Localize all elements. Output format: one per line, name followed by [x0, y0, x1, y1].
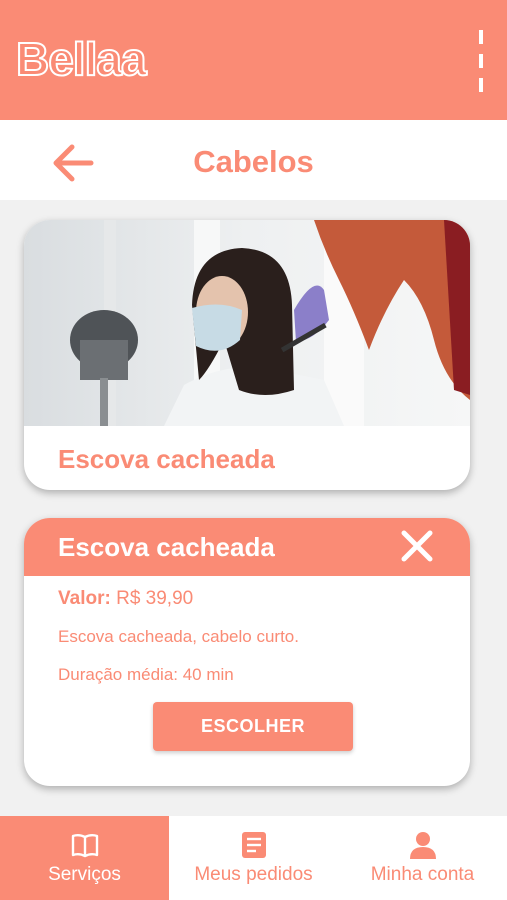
service-duration: Duração média: 40 min — [58, 665, 234, 684]
user-icon — [409, 832, 436, 859]
nav-item-servicos[interactable]: Serviços — [0, 816, 169, 900]
price-value: R$ 39,90 — [116, 588, 194, 609]
detail-header: Escova cacheada — [24, 518, 470, 576]
nav-item-meus-pedidos[interactable]: Meus pedidos — [169, 816, 338, 900]
nav-item-minha-conta[interactable]: Minha conta — [338, 816, 507, 900]
price-label: Valor: — [58, 588, 111, 609]
service-description: Escova cacheada, cabelo curto. — [58, 627, 299, 646]
detail-title: Escova cacheada — [58, 532, 275, 562]
nav-label-servicos: Serviços — [48, 864, 121, 885]
book-icon — [71, 834, 98, 858]
service-card[interactable]: Escova cacheada — [24, 220, 470, 490]
choose-button[interactable]: ESCOLHER — [153, 702, 353, 751]
brand-logo: Bellaa — [15, 32, 148, 86]
list-document-icon — [241, 832, 266, 858]
kebab-menu-icon[interactable] — [474, 30, 488, 92]
page-title: Cabelos — [193, 144, 314, 179]
bottom-navigation: Serviços Meus pedidos Minha conta — [0, 816, 507, 900]
nav-label-meus-pedidos: Meus pedidos — [194, 864, 313, 885]
nav-label-minha-conta: Minha conta — [370, 864, 475, 885]
close-x-icon[interactable] — [400, 529, 434, 563]
service-photo — [24, 220, 470, 426]
app-bar: Bellaa — [0, 0, 507, 120]
price-row: Valor: R$ 39,90 — [58, 588, 193, 610]
service-detail-card: Escova cacheada Valor: R$ 39,90 Escova c… — [24, 518, 470, 786]
service-title: Escova cacheada — [58, 444, 275, 474]
